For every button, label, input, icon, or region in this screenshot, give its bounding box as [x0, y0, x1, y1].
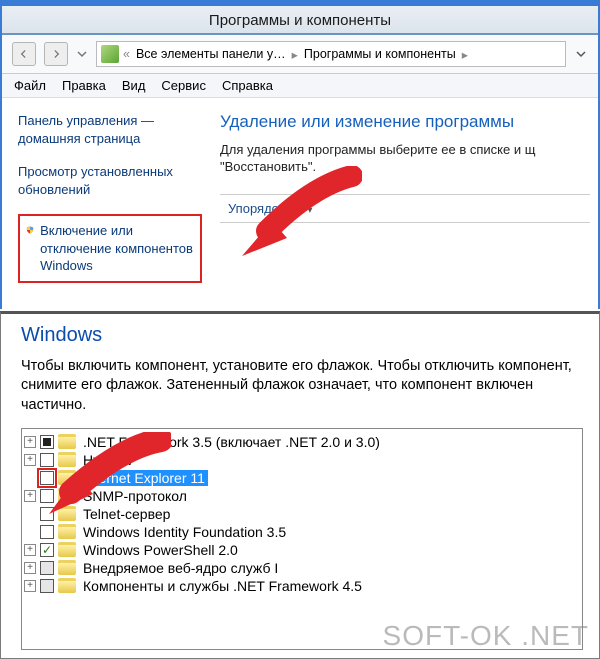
expand-icon[interactable]: + — [24, 454, 36, 466]
dialog-title: Windows — [21, 324, 583, 347]
window-title: Программы и компоненты — [2, 6, 598, 35]
content-area: Панель управления — домашняя страница Пр… — [2, 98, 598, 309]
menu-file[interactable]: Файл — [14, 78, 46, 93]
features-tree[interactable]: + .NET Framework 3.5 (включает .NET 2.0 и… — [21, 428, 583, 650]
tree-row[interactable]: + Внедряемое веб-ядро служб I — [24, 559, 580, 577]
menu-bar: Файл Правка Вид Сервис Справка — [2, 74, 598, 98]
nav-back-button[interactable] — [12, 42, 36, 66]
checkbox[interactable] — [40, 507, 54, 521]
menu-edit[interactable]: Правка — [62, 78, 106, 93]
sidebar-item-label: Включение или отключение компонентов Win… — [40, 222, 194, 275]
tree-row-label: Внедряемое веб-ядро служб I — [80, 560, 281, 576]
expand-icon[interactable]: + — [24, 436, 36, 448]
tree-row[interactable]: + Hyper-V — [24, 451, 580, 469]
checkbox[interactable] — [40, 471, 54, 485]
expand-icon[interactable]: + — [24, 490, 36, 502]
tree-row-label: Telnet-сервер — [80, 506, 173, 522]
tree-row[interactable]: + Windows PowerShell 2.0 — [24, 541, 580, 559]
menu-help[interactable]: Справка — [222, 78, 273, 93]
folder-icon — [58, 506, 76, 521]
tree-row[interactable]: + Компоненты и службы .NET Framework 4.5 — [24, 577, 580, 595]
folder-icon — [58, 470, 76, 485]
twisty-blank — [24, 526, 36, 538]
expand-icon[interactable]: + — [24, 562, 36, 574]
chevron-down-icon[interactable] — [76, 47, 88, 61]
tree-row[interactable]: + SNMP-протокол — [24, 487, 580, 505]
tree-row-label: Компоненты и службы .NET Framework 4.5 — [80, 578, 365, 594]
tree-row-label: SNMP-протокол — [80, 488, 190, 504]
shield-icon — [26, 222, 34, 238]
folder-icon — [58, 452, 76, 467]
folder-icon — [58, 524, 76, 539]
menu-tools[interactable]: Сервис — [161, 78, 206, 93]
folder-icon — [58, 542, 76, 557]
sidebar-windows-features-link[interactable]: Включение или отключение компонентов Win… — [18, 214, 202, 283]
expand-icon[interactable]: + — [24, 544, 36, 556]
watermark: SOFT-OK .NET — [383, 620, 589, 652]
folder-icon — [58, 434, 76, 449]
checkbox[interactable] — [40, 525, 54, 539]
folder-icon — [58, 578, 76, 593]
checkbox[interactable] — [40, 489, 54, 503]
checkbox[interactable] — [40, 435, 54, 449]
page-heading: Удаление или изменение программы — [220, 112, 590, 132]
tree-row-label: Hyper-V — [80, 452, 137, 468]
tree-row-label: Internet Explorer 11 — [80, 470, 208, 486]
tree-row[interactable]: Internet Explorer 11 — [24, 469, 580, 487]
windows-features-dialog: Windows Чтобы включить компонент, устано… — [0, 311, 600, 659]
sidebar-updates-link[interactable]: Просмотр установленных обновлений — [18, 163, 202, 198]
expand-icon[interactable]: + — [24, 580, 36, 592]
page-instructions: Для удаления программы выберите ее в спи… — [220, 142, 590, 176]
twisty-blank — [24, 472, 36, 484]
chevron-down-icon[interactable] — [574, 47, 588, 61]
twisty-blank — [24, 508, 36, 520]
folder-icon — [58, 560, 76, 575]
breadcrumb-segment[interactable]: Программы и компоненты — [300, 47, 460, 61]
tree-row-label: .NET Framework 3.5 (включает .NET 2.0 и … — [80, 434, 383, 450]
folder-icon — [58, 488, 76, 503]
main-panel: Удаление или изменение программы Для уда… — [212, 98, 598, 309]
tree-row[interactable]: Windows Identity Foundation 3.5 — [24, 523, 580, 541]
tree-row[interactable]: + .NET Framework 3.5 (включает .NET 2.0 и… — [24, 433, 580, 451]
control-panel-icon — [101, 45, 119, 63]
nav-forward-button[interactable] — [44, 42, 68, 66]
checkbox[interactable] — [40, 543, 54, 557]
nav-bar: « Все элементы панели у… ▸ Программы и к… — [2, 35, 598, 74]
tree-row-label: Windows Identity Foundation 3.5 — [80, 524, 289, 540]
sidebar: Панель управления — домашняя страница Пр… — [2, 98, 212, 309]
breadcrumb[interactable]: « Все элементы панели у… ▸ Программы и к… — [96, 41, 566, 67]
checkbox[interactable] — [40, 579, 54, 593]
checkbox[interactable] — [40, 561, 54, 575]
arrow-left-icon — [17, 47, 31, 61]
tree-row[interactable]: Telnet-сервер — [24, 505, 580, 523]
arrow-right-icon — [49, 47, 63, 61]
breadcrumb-segment[interactable]: Все элементы панели у… — [132, 47, 290, 61]
toolbar: Упорядочить▾ — [220, 194, 590, 223]
menu-view[interactable]: Вид — [122, 78, 146, 93]
sort-button[interactable]: Упорядочить▾ — [228, 201, 312, 216]
checkbox[interactable] — [40, 453, 54, 467]
tree-row-label: Windows PowerShell 2.0 — [80, 542, 241, 558]
dialog-description: Чтобы включить компонент, установите его… — [21, 357, 583, 416]
sidebar-home-link[interactable]: Панель управления — домашняя страница — [18, 112, 202, 147]
programs-window: Программы и компоненты « Все элементы па… — [0, 0, 600, 309]
